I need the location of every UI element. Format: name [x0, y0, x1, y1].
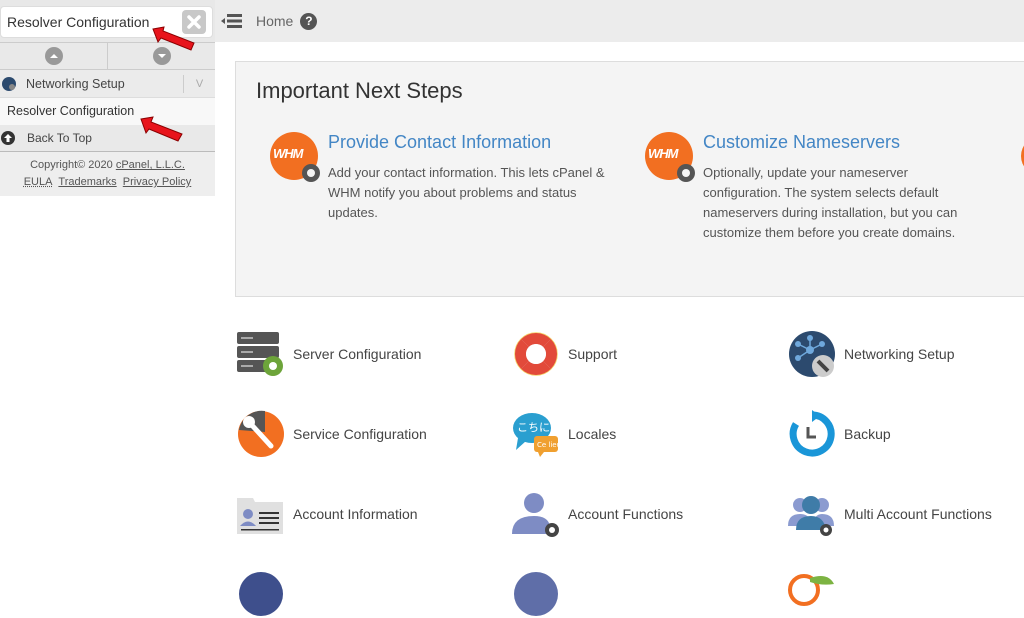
server-gear-icon: [237, 332, 283, 376]
category-label: Support: [568, 346, 618, 362]
important-next-steps-panel: Important Next Steps WHM Provide Contact…: [235, 61, 1024, 297]
circle-icon: [239, 572, 283, 616]
user-gear-icon: [512, 493, 559, 537]
category-service-configuration[interactable]: Service Configuration: [237, 410, 497, 458]
collapse-toggle[interactable]: V: [183, 74, 215, 93]
category-label: Server Configuration: [293, 346, 422, 362]
category-label: Account Functions: [568, 506, 684, 522]
step-customize-nameservers: WHM Customize Nameservers Optionally, up…: [645, 132, 985, 243]
main-content: Important Next Steps WHM Provide Contact…: [215, 42, 1024, 616]
trademarks-link[interactable]: Trademarks: [58, 176, 116, 188]
category-backup[interactable]: Backup: [788, 410, 1024, 458]
top-header: Home ?: [215, 0, 1024, 42]
sidebar-toggle-button[interactable]: [221, 12, 243, 30]
speech-bubbles-icon: こちに Ce lieu: [513, 413, 560, 457]
network-wrench-icon: [789, 331, 835, 377]
sidebar-category-networking-setup[interactable]: Networking Setup V: [0, 70, 215, 98]
category-server-configuration[interactable]: Server Configuration: [237, 330, 497, 378]
whm-gear-icon: WHM: [270, 132, 320, 182]
privacy-policy-link[interactable]: Privacy Policy: [123, 176, 191, 188]
collapse-menu-icon: [221, 14, 242, 28]
backup-clock-icon: [789, 410, 835, 457]
step-description: Optionally, update your nameserver confi…: [703, 165, 958, 240]
annotation-arrow: [152, 26, 195, 51]
cpanel-link[interactable]: cPanel, L.L.C.: [116, 159, 185, 171]
step-title-link[interactable]: Customize Nameservers: [703, 132, 985, 153]
breadcrumb-home[interactable]: Home: [256, 13, 293, 29]
category-label: Locales: [568, 426, 617, 442]
category-locales[interactable]: こちに Ce lieu Locales: [512, 410, 772, 458]
sidebar-footer: Copyright© 2020 cPanel, L.L.C. EULA Trad…: [0, 152, 215, 196]
lifebuoy-icon: [514, 332, 558, 376]
step-title-link[interactable]: Provide Contact Information: [328, 132, 610, 153]
chevron-up-icon: [44, 47, 63, 65]
ssl-leaf-icon: [788, 574, 834, 606]
category-partial[interactable]: [788, 570, 1024, 618]
network-icon: [2, 76, 16, 91]
panel-title: Important Next Steps: [256, 78, 463, 103]
gear-wrench-icon: [238, 410, 284, 457]
svg-text:Ce lieu: Ce lieu: [537, 441, 560, 449]
category-label: Backup: [844, 426, 891, 442]
category-label: Account Information: [293, 506, 418, 522]
category-partial[interactable]: [237, 570, 497, 618]
step-provide-contact: WHM Provide Contact Information Add your…: [270, 132, 610, 223]
step-description: Add your contact information. This lets …: [328, 165, 605, 220]
category-multi-account-functions[interactable]: Multi Account Functions: [788, 490, 1024, 538]
category-label: Networking Setup: [844, 346, 955, 362]
category-support[interactable]: Support: [512, 330, 772, 378]
category-partial[interactable]: [512, 570, 772, 618]
category-label: Service Configuration: [293, 426, 427, 442]
users-gear-icon: [788, 496, 834, 536]
category-label: Multi Account Functions: [844, 506, 992, 522]
svg-text:こちに: こちに: [517, 421, 550, 434]
category-account-information[interactable]: Account Information: [237, 490, 497, 538]
copyright-text: Copyright© 2020: [30, 159, 116, 171]
category-account-functions[interactable]: Account Functions: [512, 490, 772, 538]
help-icon[interactable]: ?: [300, 12, 318, 30]
eula-link[interactable]: EULA: [24, 176, 53, 188]
annotation-arrow: [140, 116, 183, 142]
category-networking-setup[interactable]: Networking Setup: [788, 330, 1024, 378]
sidebar: Networking Setup V Resolver Configuratio…: [0, 0, 215, 576]
arrow-up-circle-icon: [1, 131, 15, 145]
id-card-icon: [237, 498, 283, 534]
whm-gear-icon: WHM: [645, 132, 695, 182]
sidebar-category-label: Networking Setup: [26, 76, 125, 91]
circle-icon: [514, 572, 558, 616]
scroll-up-button[interactable]: [0, 43, 107, 69]
